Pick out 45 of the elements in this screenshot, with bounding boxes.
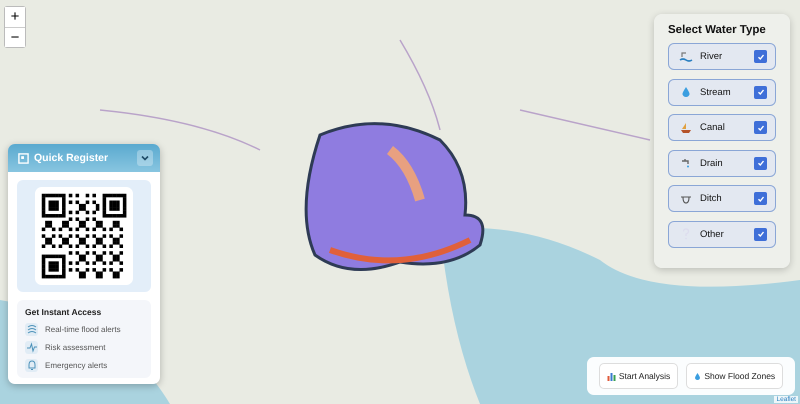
qr-icon xyxy=(18,152,29,164)
check-icon xyxy=(756,159,764,167)
feature-label: Risk assessment xyxy=(45,342,106,352)
panel-title: Select Water Type xyxy=(668,24,767,36)
option-label: Other xyxy=(700,228,725,240)
waves-icon xyxy=(26,323,38,335)
checkbox[interactable] xyxy=(754,50,767,63)
check-icon xyxy=(756,194,764,202)
action-button[interactable]: Show Flood Zones xyxy=(686,363,784,389)
pulse-icon xyxy=(26,341,38,353)
water-type-option[interactable]: River xyxy=(668,43,776,70)
checkbox[interactable] xyxy=(754,156,767,170)
water-type-option[interactable]: Ditch xyxy=(668,185,776,212)
waves-icon xyxy=(679,50,693,62)
check-icon xyxy=(756,88,764,96)
option-label: Canal xyxy=(700,122,726,133)
water-type-option[interactable]: Other xyxy=(668,220,776,248)
option-label: Drain xyxy=(700,158,724,168)
check-icon xyxy=(756,52,764,60)
feature-label: Emergency alerts xyxy=(45,360,108,370)
option-label: Stream xyxy=(700,86,732,98)
chevron-icon xyxy=(140,153,150,163)
zoom-out-button[interactable]: − xyxy=(5,27,25,47)
water-type-option[interactable]: Drain xyxy=(668,150,776,176)
checkbox[interactable] xyxy=(754,121,767,134)
droplet-icon xyxy=(694,372,702,380)
droplet-icon xyxy=(681,86,691,98)
water-type-option[interactable]: Canal xyxy=(668,114,776,141)
bar-chart-icon xyxy=(606,372,616,380)
bell-icon xyxy=(26,359,38,371)
features-heading: Get Instant Access xyxy=(25,307,102,317)
action-button[interactable]: Start Analysis xyxy=(598,363,678,389)
option-label: Ditch xyxy=(700,193,723,204)
faucet-icon xyxy=(680,157,692,169)
water-type-option[interactable]: Stream xyxy=(668,78,776,106)
boat-icon xyxy=(680,122,692,134)
check-icon xyxy=(756,124,764,132)
feature-label: Real-time flood alerts xyxy=(45,324,121,334)
checkbox[interactable] xyxy=(754,86,767,98)
checkbox[interactable] xyxy=(754,192,767,205)
option-label: River xyxy=(700,51,724,62)
panel-title: Quick Register xyxy=(34,152,110,164)
check-icon xyxy=(756,230,764,238)
checkbox[interactable] xyxy=(754,228,767,240)
collapse-button[interactable] xyxy=(137,150,153,166)
